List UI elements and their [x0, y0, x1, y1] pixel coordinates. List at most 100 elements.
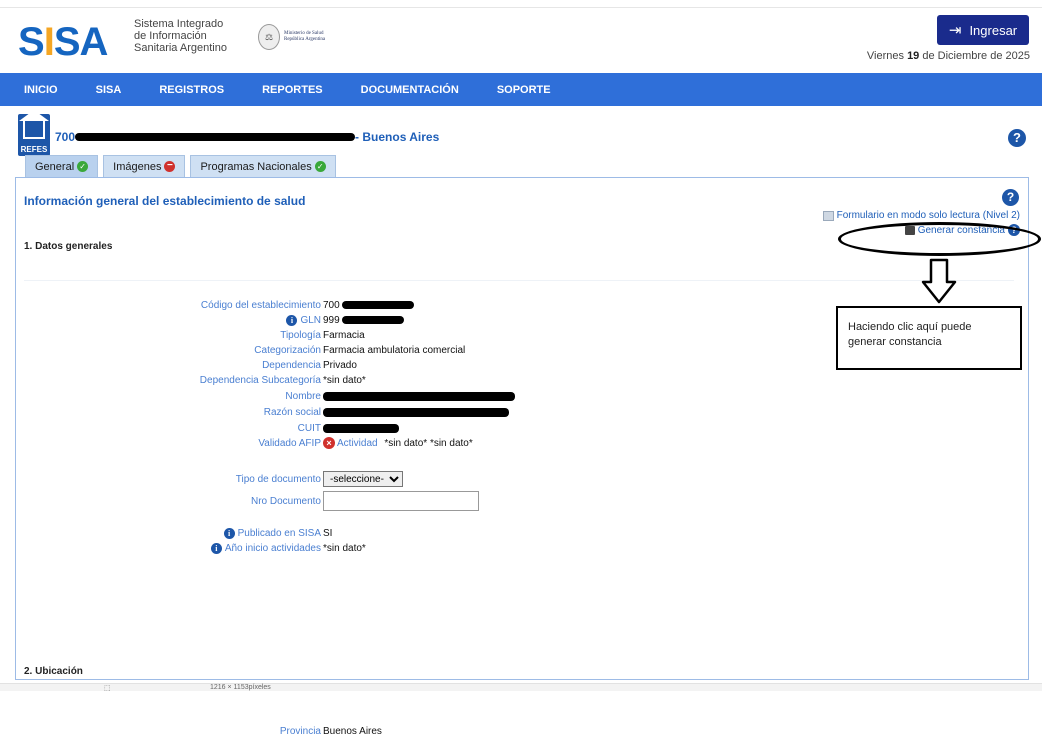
- publicado-label: Publicado en SISA: [237, 527, 321, 539]
- field-publicado: i Publicado en SISA SI: [16, 526, 616, 540]
- tab-general-label: General: [35, 160, 75, 173]
- field-anio-inicio: i Año inicio actividades *sin dato*: [16, 541, 616, 555]
- logo-sub-line3: Sanitaria Argentino: [134, 42, 227, 54]
- redacted-name: [75, 133, 356, 141]
- section-ubicacion: 2. Ubicación: [24, 666, 83, 677]
- building-icon: [19, 110, 49, 139]
- nav-soporte[interactable]: SOPORTE: [497, 84, 551, 96]
- field-razon-social: Razón social: [16, 405, 616, 419]
- nombre-label: Nombre: [285, 390, 321, 402]
- actividad-label: Actividad: [337, 437, 378, 449]
- redacted-razon: [323, 407, 509, 417]
- establishment-province: - Buenos Aires: [355, 130, 440, 144]
- nav-sisa[interactable]: SISA: [96, 84, 122, 96]
- date-day: 19: [907, 50, 920, 62]
- categorizacion-label: Categorización: [254, 344, 321, 356]
- field-afip: Validado AFIP × Actividad *sin dato* *sin…: [16, 436, 616, 450]
- check-icon: ✓: [77, 161, 89, 172]
- field-provincia: Provincia Buenos Aires: [16, 724, 616, 738]
- sisa-logo[interactable]: SISA: [18, 22, 108, 62]
- tipologia-label: Tipología: [280, 329, 321, 341]
- publicado-value: SI: [323, 527, 333, 539]
- ministry-logo: ⚖ Ministerio de Salud República Argentin…: [258, 24, 325, 50]
- tab-programas-label: Programas Nacionales: [200, 160, 312, 173]
- image-viewer-statusbar: ⬚ 1216 × 1153píxeles: [0, 683, 1042, 692]
- tipologia-value: Farmacia: [323, 329, 365, 341]
- info-icon[interactable]: i: [223, 527, 235, 539]
- dimensions-label: 1216 × 1153píxeles: [210, 684, 271, 691]
- current-date: Viernes 19 de Diciembre de 2025: [867, 50, 1030, 62]
- highlight-ellipse: [838, 222, 1041, 256]
- logo-subtitle: Sistema Integrado de Información Sanitar…: [134, 18, 227, 54]
- nav-documentacion[interactable]: DOCUMENTACIÓN: [361, 84, 459, 96]
- anio-value: *sin dato*: [323, 542, 366, 554]
- national-seal-icon: ⚖: [258, 24, 280, 50]
- main-content: REFES 700 - Buenos Aires ? General ✓ Imá…: [15, 110, 1029, 737]
- login-icon: ⇥: [948, 22, 962, 39]
- tab-programas[interactable]: Programas Nacionales ✓: [190, 155, 336, 177]
- browser-top-strip: [0, 0, 1042, 8]
- down-arrow-icon: [921, 258, 957, 304]
- afip-value: *sin dato* *sin dato*: [384, 437, 473, 449]
- help-icon[interactable]: ?: [1008, 129, 1026, 147]
- date-prefix: Viernes: [866, 50, 908, 62]
- panel-help-icon[interactable]: ?: [1002, 189, 1019, 206]
- gln-label: GLN: [300, 314, 321, 326]
- field-tipo-documento: Tipo de documento -seleccione-: [16, 470, 616, 488]
- tipo-doc-label: Tipo de documento: [235, 473, 321, 485]
- login-label: Ingresar: [969, 22, 1018, 38]
- panel-title: Información general del establecimiento …: [24, 194, 306, 208]
- field-codigo: Código del establecimiento 700: [16, 298, 616, 312]
- codigo-value: 700: [323, 299, 340, 311]
- anio-label: Año inicio actividades: [224, 542, 321, 554]
- refes-label: REFES: [20, 145, 48, 154]
- field-gln: i GLN 999: [16, 313, 616, 327]
- field-dependencia: Dependencia Privado: [16, 358, 616, 372]
- gln-value: 999: [323, 314, 340, 326]
- codigo-label: Código del establecimiento: [200, 299, 321, 311]
- tab-bar: General ✓ Imágenes − Programas Nacionale…: [25, 155, 336, 177]
- nro-documento-input[interactable]: [323, 491, 479, 511]
- site-header: SISA Sistema Integrado de Información Sa…: [0, 10, 1042, 72]
- field-categorizacion: Categorización Farmacia ambulatoria come…: [16, 343, 616, 357]
- login-button[interactable]: ⇥ Ingresar: [937, 15, 1029, 45]
- instruction-callout: Haciendo clic aquí puede generar constan…: [836, 306, 1022, 370]
- tipo-documento-select[interactable]: -seleccione-: [323, 471, 403, 487]
- form-image-icon: [822, 210, 834, 221]
- cuit-label: CUIT: [297, 422, 321, 434]
- field-tipologia: Tipología Farmacia: [16, 328, 616, 342]
- logo-sub-line2: de Información: [134, 30, 207, 42]
- callout-text: Haciendo clic aquí puede generar constan…: [848, 321, 972, 348]
- provincia-value: Buenos Aires: [323, 725, 382, 737]
- ministry-country: República Argentina: [284, 37, 326, 42]
- field-dependencia-subcategoria: Dependencia Subcategoría *sin dato*: [16, 373, 616, 387]
- redacted-nombre: [323, 391, 515, 401]
- info-icon[interactable]: i: [286, 314, 298, 326]
- field-cuit: CUIT: [16, 421, 616, 435]
- nav-registros[interactable]: REGISTROS: [159, 84, 224, 96]
- nav-reportes[interactable]: REPORTES: [262, 84, 323, 96]
- main-nav: INICIO SISA REGISTROS REPORTES DOCUMENTA…: [0, 73, 1042, 106]
- refes-badge: REFES: [18, 110, 50, 156]
- logo-sub-line1: Sistema Integrado: [134, 18, 224, 30]
- afip-label: Validado AFIP: [258, 437, 321, 449]
- readonly-form-link[interactable]: Formulario en modo solo lectura (Nivel 2…: [822, 210, 1020, 221]
- razon-label: Razón social: [263, 406, 321, 418]
- section-datos-generales: 1. Datos generales: [24, 241, 113, 252]
- tab-imagenes[interactable]: Imágenes −: [103, 155, 186, 177]
- dependencia-value: Privado: [323, 359, 357, 371]
- provincia-label: Provincia: [279, 725, 321, 737]
- nav-inicio[interactable]: INICIO: [24, 84, 58, 96]
- dep-sub-value: *sin dato*: [323, 374, 366, 386]
- info-icon[interactable]: i: [210, 542, 222, 554]
- tab-general[interactable]: General ✓: [25, 155, 99, 177]
- dependencia-label: Dependencia: [262, 359, 321, 371]
- establishment-title: 700 - Buenos Aires: [55, 130, 439, 144]
- establishment-code: 700: [55, 130, 76, 144]
- dep-sub-label: Dependencia Subcategoría: [199, 374, 321, 386]
- date-suffix: de Diciembre de 2025: [919, 50, 1030, 62]
- nro-doc-label: Nro Documento: [250, 495, 321, 507]
- check-icon: ✓: [314, 161, 326, 172]
- redacted-cuit: [323, 423, 399, 433]
- redacted-gln: [341, 316, 404, 324]
